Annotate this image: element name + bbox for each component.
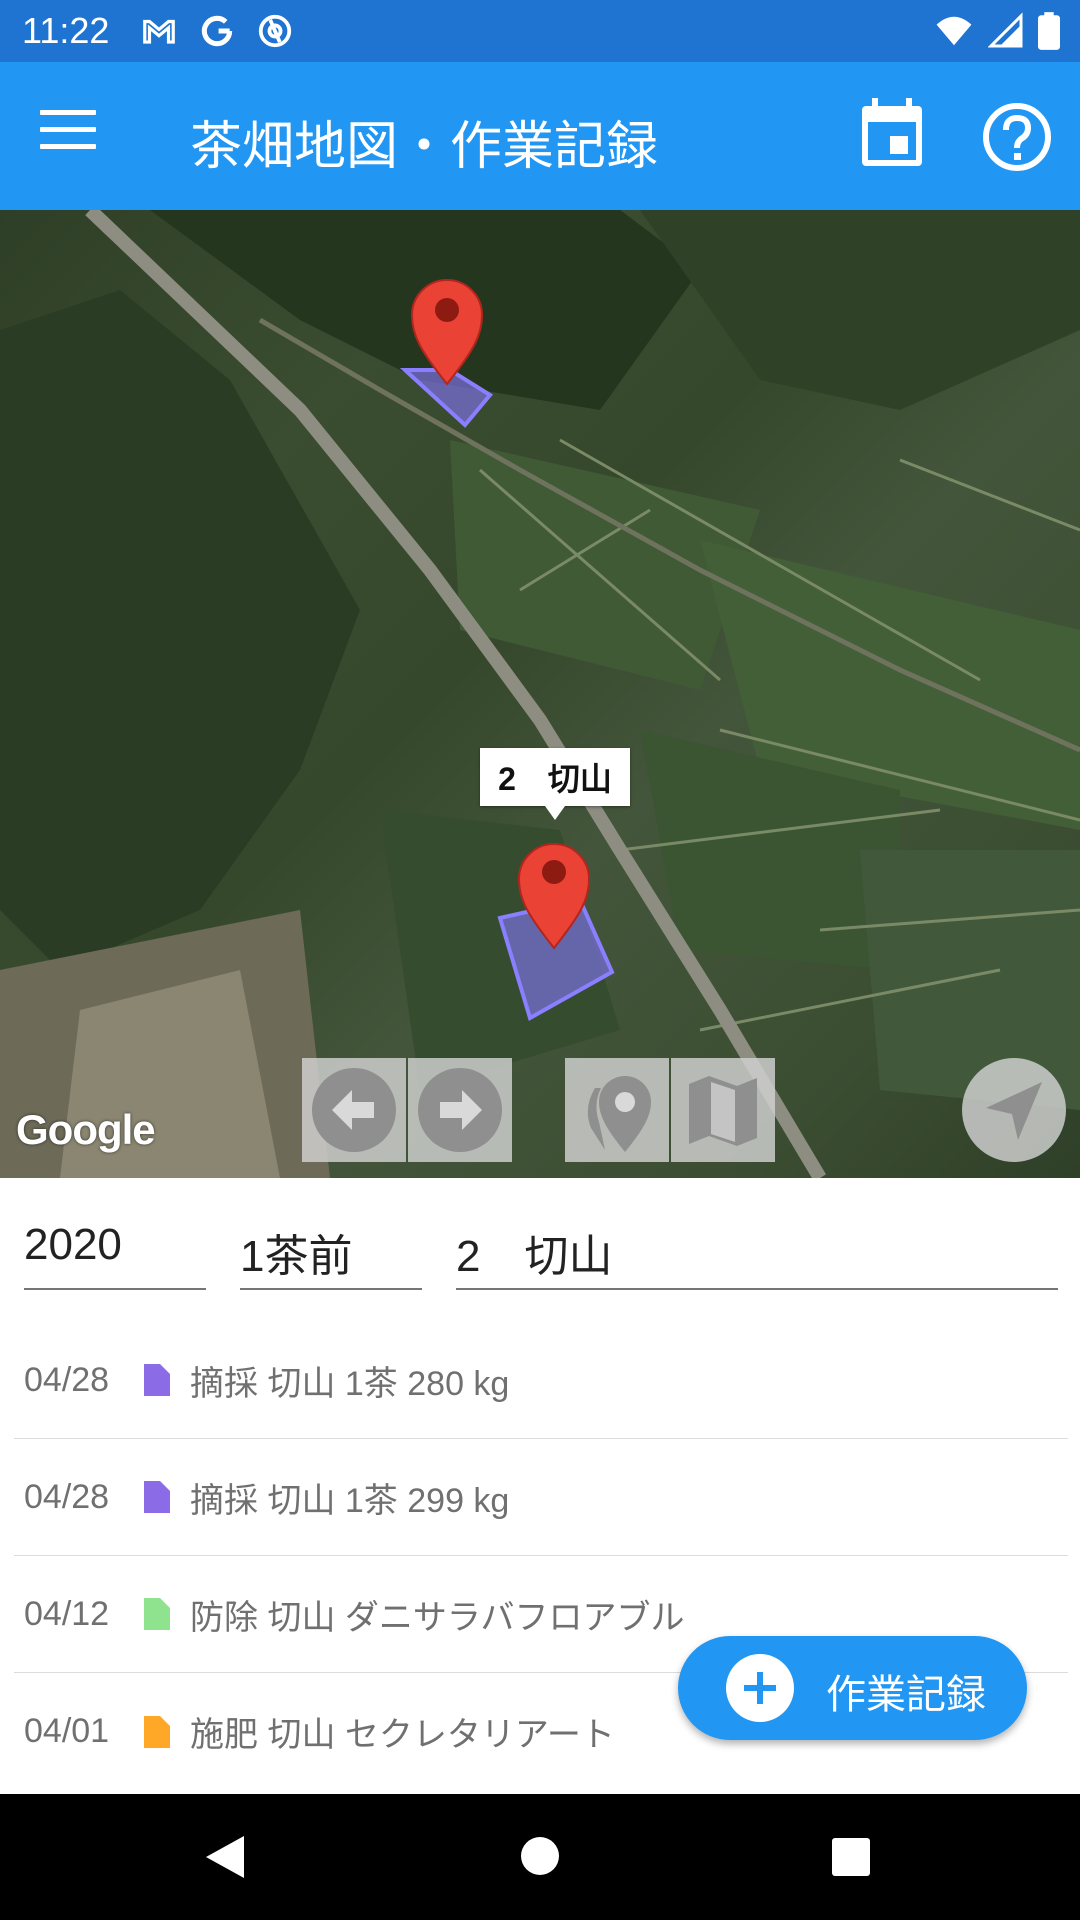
- wifi-icon: [936, 16, 972, 46]
- status-bar: 11:22: [0, 0, 1080, 62]
- document-icon: [144, 1481, 170, 1513]
- google-icon: [201, 15, 233, 47]
- plus-icon: [726, 1654, 794, 1722]
- document-icon: [144, 1598, 170, 1630]
- prev-button[interactable]: [302, 1058, 406, 1162]
- help-icon[interactable]: [982, 102, 1052, 172]
- document-icon: [144, 1715, 170, 1748]
- my-location-icon: [986, 1082, 1042, 1140]
- year-select[interactable]: 2020: [24, 1220, 206, 1290]
- system-nav-bar: [0, 1794, 1080, 1920]
- record-text: 防除 切山 ダニサラバフロアブル: [190, 1598, 685, 1637]
- system-icons: [934, 12, 1060, 50]
- record-date: 04/12: [24, 1594, 110, 1633]
- google-attribution: Google: [16, 1106, 156, 1153]
- record-date: 04/01: [24, 1712, 110, 1750]
- home-icon[interactable]: [521, 1837, 559, 1875]
- calendar-icon[interactable]: [858, 98, 926, 170]
- field-select[interactable]: 2 切山: [456, 1220, 1058, 1290]
- add-record-button[interactable]: 作業記録: [678, 1636, 1027, 1740]
- back-icon[interactable]: [204, 1834, 246, 1880]
- next-button[interactable]: [408, 1058, 512, 1162]
- record-text: 摘採 切山 1茶 280 kg: [190, 1364, 510, 1403]
- list-item[interactable]: 04/28 摘採 切山 1茶 280 kg: [14, 1322, 1068, 1439]
- marker-info-window[interactable]: 2 切山: [480, 748, 630, 820]
- add-record-label: 作業記録: [826, 1672, 986, 1718]
- signal-icon: [988, 12, 1023, 48]
- document-icon: [144, 1364, 170, 1396]
- recents-icon[interactable]: [832, 1838, 870, 1876]
- record-date: 04/28: [24, 1477, 110, 1516]
- page-title: 茶畑地図・作業記録: [190, 117, 659, 177]
- list-item[interactable]: 04/28 摘採 切山 1茶 299 kg: [14, 1439, 1068, 1556]
- menu-icon[interactable]: [40, 110, 96, 162]
- next-icon: [418, 1068, 502, 1152]
- status-time: 11:22: [22, 10, 110, 51]
- map-view[interactable]: 2 切山 Google: [0, 210, 1080, 1178]
- my-location-button[interactable]: [962, 1058, 1066, 1162]
- at-icon: [258, 14, 292, 48]
- record-date: 04/28: [24, 1360, 110, 1399]
- prev-icon: [312, 1068, 396, 1152]
- map-layer-icon: [689, 1076, 757, 1146]
- satellite-imagery: [0, 210, 1080, 1178]
- gmail-icon: [143, 19, 175, 44]
- marker-toggle-icon: [587, 1076, 651, 1152]
- record-text: 施肥 切山 セクレタリアート: [190, 1716, 615, 1754]
- marker-toggle-button[interactable]: [565, 1058, 669, 1162]
- season-select[interactable]: 1茶前: [240, 1220, 422, 1290]
- record-text: 摘採 切山 1茶 299 kg: [190, 1481, 510, 1520]
- battery-icon: [1038, 12, 1060, 50]
- map-layer-button[interactable]: [671, 1058, 775, 1162]
- notification-icons: [140, 12, 294, 50]
- app-bar: 茶畑地図・作業記録: [0, 62, 1080, 210]
